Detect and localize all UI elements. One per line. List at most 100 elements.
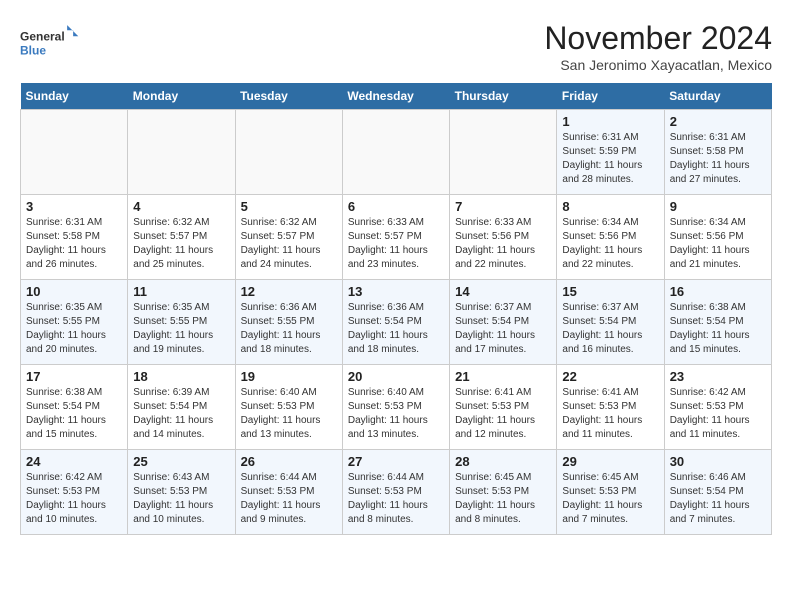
- calendar-cell: 24Sunrise: 6:42 AM Sunset: 5:53 PM Dayli…: [21, 450, 128, 535]
- day-number: 5: [241, 199, 337, 214]
- calendar-cell: [342, 110, 449, 195]
- svg-text:Blue: Blue: [20, 43, 46, 57]
- day-info: Sunrise: 6:34 AM Sunset: 5:56 PM Dayligh…: [670, 216, 766, 272]
- weekday-header: Tuesday: [235, 83, 342, 110]
- calendar-cell: 3 Sunrise: 6:31 AM Sunset: 5:58 PM Daylig…: [21, 195, 128, 280]
- day-info: Sunrise: 6:45 AM Sunset: 5:53 PM Dayligh…: [562, 471, 658, 527]
- calendar-cell: 2 Sunrise: 6:31 AM Sunset: 5:58 PM Daylig…: [664, 110, 771, 195]
- day-number: 25: [133, 454, 229, 469]
- day-info: Sunrise: 6:38 AM Sunset: 5:54 PM Dayligh…: [670, 301, 766, 357]
- day-info: Sunrise: 6:38 AM Sunset: 5:54 PM Dayligh…: [26, 386, 122, 442]
- calendar-cell: [450, 110, 557, 195]
- day-info: Sunrise: 6:31 AM Sunset: 5:58 PM Dayligh…: [670, 131, 766, 187]
- weekday-header-row: SundayMondayTuesdayWednesdayThursdayFrid…: [21, 83, 772, 110]
- title-area: November 2024 San Jeronimo Xayacatlan, M…: [544, 20, 772, 73]
- weekday-header: Monday: [128, 83, 235, 110]
- location-subtitle: San Jeronimo Xayacatlan, Mexico: [544, 57, 772, 73]
- day-info: Sunrise: 6:40 AM Sunset: 5:53 PM Dayligh…: [348, 386, 444, 442]
- day-number: 1: [562, 114, 658, 129]
- calendar-cell: 17 Sunrise: 6:38 AM Sunset: 5:54 PM Dayli…: [21, 365, 128, 450]
- day-info: Sunrise: 6:33 AM Sunset: 5:57 PM Dayligh…: [348, 216, 444, 272]
- logo: General Blue: [20, 20, 80, 68]
- calendar-cell: 26 Sunrise: 6:44 AM Sunset: 5:53 PM Dayli…: [235, 450, 342, 535]
- calendar-cell: 11Sunrise: 6:35 AM Sunset: 5:55 PM Dayli…: [128, 280, 235, 365]
- calendar-cell: 10 Sunrise: 6:35 AM Sunset: 5:55 PM Dayli…: [21, 280, 128, 365]
- calendar-cell: 23 Sunrise: 6:42 AM Sunset: 5:53 PM Dayli…: [664, 365, 771, 450]
- calendar-cell: 18 Sunrise: 6:39 AM Sunset: 5:54 PM Dayli…: [128, 365, 235, 450]
- weekday-header: Friday: [557, 83, 664, 110]
- calendar-cell: 30 Sunrise: 6:46 AM Sunset: 5:54 PM Dayli…: [664, 450, 771, 535]
- day-number: 23: [670, 369, 766, 384]
- day-number: 3: [26, 199, 122, 214]
- day-info: Sunrise: 6:34 AM Sunset: 5:56 PM Dayligh…: [562, 216, 658, 272]
- day-number: 21: [455, 369, 551, 384]
- day-number: 22: [562, 369, 658, 384]
- calendar-cell: 21 Sunrise: 6:41 AM Sunset: 5:53 PM Dayli…: [450, 365, 557, 450]
- day-number: 29: [562, 454, 658, 469]
- calendar-cell: 4 Sunrise: 6:32 AM Sunset: 5:57 PM Daylig…: [128, 195, 235, 280]
- calendar-cell: 5 Sunrise: 6:32 AM Sunset: 5:57 PM Daylig…: [235, 195, 342, 280]
- day-number: 16: [670, 284, 766, 299]
- day-number: 18: [133, 369, 229, 384]
- day-info: Sunrise: 6:31 AM Sunset: 5:58 PM Dayligh…: [26, 216, 122, 272]
- calendar-cell: [235, 110, 342, 195]
- calendar-week-row: 24Sunrise: 6:42 AM Sunset: 5:53 PM Dayli…: [21, 450, 772, 535]
- calendar-cell: [128, 110, 235, 195]
- day-info: Sunrise: 6:32 AM Sunset: 5:57 PM Dayligh…: [241, 216, 337, 272]
- day-number: 26: [241, 454, 337, 469]
- weekday-header: Wednesday: [342, 83, 449, 110]
- day-info: Sunrise: 6:42 AM Sunset: 5:53 PM Dayligh…: [26, 471, 122, 527]
- calendar-cell: 14Sunrise: 6:37 AM Sunset: 5:54 PM Dayli…: [450, 280, 557, 365]
- day-info: Sunrise: 6:42 AM Sunset: 5:53 PM Dayligh…: [670, 386, 766, 442]
- day-number: 4: [133, 199, 229, 214]
- day-number: 7: [455, 199, 551, 214]
- day-info: Sunrise: 6:39 AM Sunset: 5:54 PM Dayligh…: [133, 386, 229, 442]
- day-info: Sunrise: 6:35 AM Sunset: 5:55 PM Dayligh…: [133, 301, 229, 357]
- calendar-cell: 15Sunrise: 6:37 AM Sunset: 5:54 PM Dayli…: [557, 280, 664, 365]
- day-number: 9: [670, 199, 766, 214]
- calendar-week-row: 17 Sunrise: 6:38 AM Sunset: 5:54 PM Dayli…: [21, 365, 772, 450]
- calendar-cell: 27 Sunrise: 6:44 AM Sunset: 5:53 PM Dayli…: [342, 450, 449, 535]
- calendar-cell: 7 Sunrise: 6:33 AM Sunset: 5:56 PM Daylig…: [450, 195, 557, 280]
- day-number: 10: [26, 284, 122, 299]
- day-number: 19: [241, 369, 337, 384]
- calendar-cell: 13Sunrise: 6:36 AM Sunset: 5:54 PM Dayli…: [342, 280, 449, 365]
- day-number: 27: [348, 454, 444, 469]
- day-info: Sunrise: 6:36 AM Sunset: 5:55 PM Dayligh…: [241, 301, 337, 357]
- calendar-cell: 28Sunrise: 6:45 AM Sunset: 5:53 PM Dayli…: [450, 450, 557, 535]
- calendar-week-row: 3 Sunrise: 6:31 AM Sunset: 5:58 PM Daylig…: [21, 195, 772, 280]
- calendar-cell: 8 Sunrise: 6:34 AM Sunset: 5:56 PM Daylig…: [557, 195, 664, 280]
- header: General Blue November 2024 San Jeronimo …: [20, 20, 772, 73]
- day-number: 12: [241, 284, 337, 299]
- day-info: Sunrise: 6:44 AM Sunset: 5:53 PM Dayligh…: [348, 471, 444, 527]
- day-info: Sunrise: 6:44 AM Sunset: 5:53 PM Dayligh…: [241, 471, 337, 527]
- calendar-cell: 22 Sunrise: 6:41 AM Sunset: 5:53 PM Dayli…: [557, 365, 664, 450]
- calendar-week-row: 10 Sunrise: 6:35 AM Sunset: 5:55 PM Dayli…: [21, 280, 772, 365]
- day-info: Sunrise: 6:41 AM Sunset: 5:53 PM Dayligh…: [562, 386, 658, 442]
- day-info: Sunrise: 6:40 AM Sunset: 5:53 PM Dayligh…: [241, 386, 337, 442]
- calendar-cell: 9 Sunrise: 6:34 AM Sunset: 5:56 PM Daylig…: [664, 195, 771, 280]
- day-info: Sunrise: 6:36 AM Sunset: 5:54 PM Dayligh…: [348, 301, 444, 357]
- day-info: Sunrise: 6:35 AM Sunset: 5:55 PM Dayligh…: [26, 301, 122, 357]
- month-title: November 2024: [544, 20, 772, 57]
- day-number: 2: [670, 114, 766, 129]
- day-number: 20: [348, 369, 444, 384]
- day-info: Sunrise: 6:41 AM Sunset: 5:53 PM Dayligh…: [455, 386, 551, 442]
- calendar-cell: 1Sunrise: 6:31 AM Sunset: 5:59 PM Daylig…: [557, 110, 664, 195]
- day-info: Sunrise: 6:45 AM Sunset: 5:53 PM Dayligh…: [455, 471, 551, 527]
- calendar-cell: 25Sunrise: 6:43 AM Sunset: 5:53 PM Dayli…: [128, 450, 235, 535]
- day-info: Sunrise: 6:46 AM Sunset: 5:54 PM Dayligh…: [670, 471, 766, 527]
- calendar-cell: 29 Sunrise: 6:45 AM Sunset: 5:53 PM Dayli…: [557, 450, 664, 535]
- weekday-header: Thursday: [450, 83, 557, 110]
- logo-svg: General Blue: [20, 20, 80, 68]
- day-number: 8: [562, 199, 658, 214]
- day-number: 30: [670, 454, 766, 469]
- weekday-header: Sunday: [21, 83, 128, 110]
- calendar-cell: 16 Sunrise: 6:38 AM Sunset: 5:54 PM Dayli…: [664, 280, 771, 365]
- svg-text:General: General: [20, 30, 65, 44]
- calendar-cell: 6Sunrise: 6:33 AM Sunset: 5:57 PM Daylig…: [342, 195, 449, 280]
- day-number: 17: [26, 369, 122, 384]
- day-info: Sunrise: 6:32 AM Sunset: 5:57 PM Dayligh…: [133, 216, 229, 272]
- day-info: Sunrise: 6:33 AM Sunset: 5:56 PM Dayligh…: [455, 216, 551, 272]
- calendar-cell: [21, 110, 128, 195]
